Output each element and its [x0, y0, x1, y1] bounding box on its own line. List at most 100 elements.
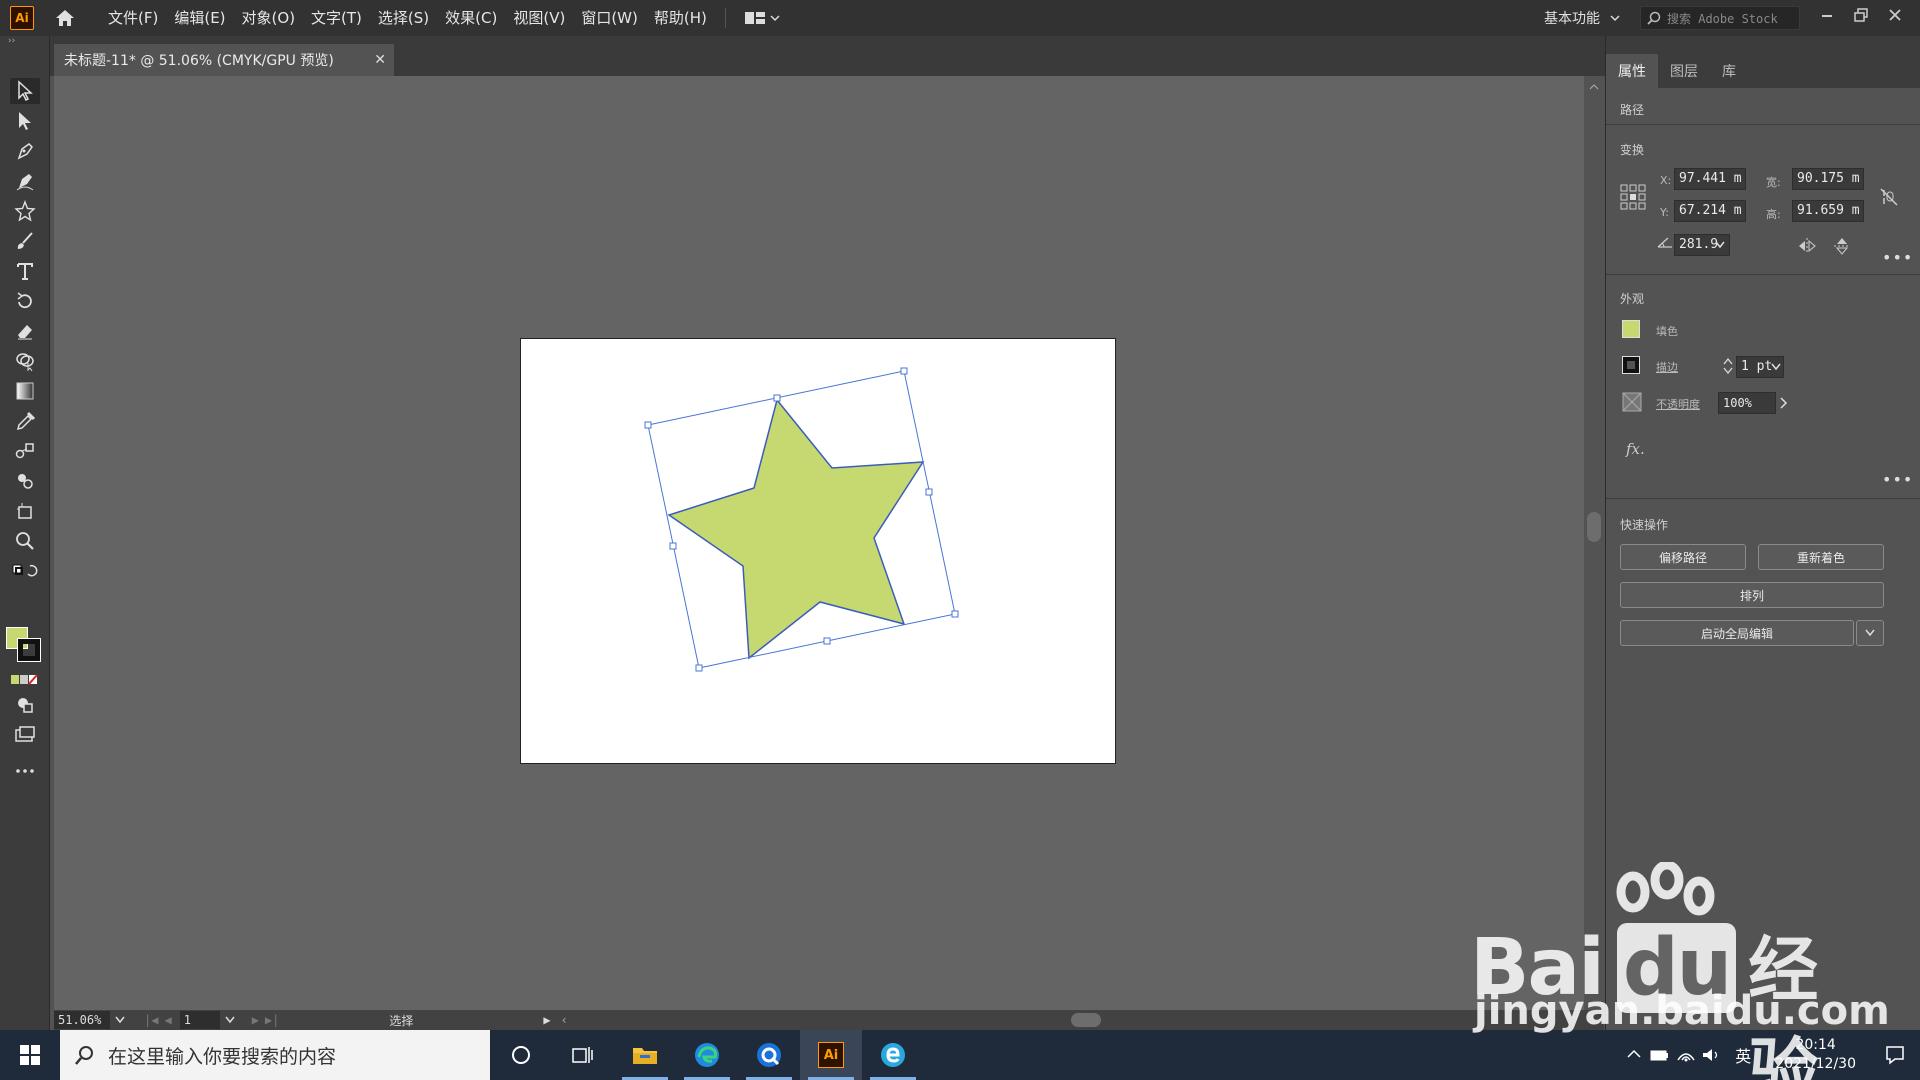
shape-builder-tool[interactable]	[10, 348, 40, 374]
workspace-switcher[interactable]: 基本功能	[1544, 0, 1620, 36]
scroll-up-icon[interactable]	[1584, 80, 1604, 94]
zoom-level-field[interactable]: 51.06%	[54, 1011, 110, 1029]
draw-mode-button[interactable]	[10, 692, 40, 718]
edit-toolbar-button[interactable]	[10, 758, 40, 784]
stroke-label[interactable]: 描边	[1656, 359, 1678, 375]
menu-edit[interactable]: 编辑(E)	[166, 0, 233, 36]
minimize-button[interactable]	[1812, 0, 1842, 30]
stepper-arrows-icon[interactable]	[1722, 356, 1734, 376]
panel-collapse-icon[interactable]: ››	[0, 36, 49, 52]
chevron-right-icon[interactable]	[1778, 396, 1790, 410]
curvature-tool[interactable]	[10, 168, 40, 194]
show-hidden-icons-icon[interactable]	[1621, 1045, 1647, 1065]
chevron-down-icon[interactable]	[1714, 240, 1726, 250]
pen-tool[interactable]	[10, 138, 40, 164]
eraser-tool[interactable]	[10, 318, 40, 344]
y-position-input[interactable]: 67.214 m	[1674, 200, 1746, 222]
selection-tool[interactable]	[10, 78, 40, 104]
first-artboard-icon[interactable]: |◀	[144, 1013, 158, 1027]
cortana-button[interactable]	[490, 1030, 552, 1080]
flip-horizontal-icon[interactable]	[1796, 236, 1818, 256]
opacity-input[interactable]: 100%	[1718, 392, 1776, 414]
last-artboard-icon[interactable]: ▶|	[265, 1013, 279, 1027]
menu-effect[interactable]: 效果(C)	[437, 0, 505, 36]
opacity-checker-icon[interactable]	[1622, 392, 1642, 412]
flip-vertical-icon[interactable]	[1832, 236, 1852, 256]
home-button[interactable]	[50, 3, 80, 33]
zoom-dropdown-icon[interactable]	[110, 1014, 130, 1026]
menu-select[interactable]: 选择(S)	[370, 0, 437, 36]
type-tool[interactable]	[10, 258, 40, 284]
vertical-scrollbar[interactable]	[1584, 76, 1604, 1010]
color-mode-buttons[interactable]	[10, 667, 40, 693]
start-button[interactable]	[0, 1030, 60, 1080]
star-shape[interactable]	[667, 398, 925, 660]
file-explorer-app[interactable]	[614, 1030, 676, 1080]
horizontal-scroll-thumb[interactable]	[1071, 1013, 1101, 1027]
recolor-button[interactable]: 重新着色	[1758, 544, 1884, 570]
stroke-color-swatch[interactable]	[17, 638, 41, 662]
start-global-edit-button[interactable]: 启动全局编辑	[1620, 620, 1854, 646]
global-edit-options-button[interactable]	[1856, 620, 1884, 646]
wifi-icon[interactable]	[1673, 1045, 1699, 1065]
scroll-left-icon[interactable]: ‹	[561, 1013, 568, 1027]
constrain-proportions-icon[interactable]	[1878, 186, 1900, 208]
input-method-indicator[interactable]: 英	[1725, 1043, 1761, 1067]
battery-icon[interactable]	[1647, 1045, 1673, 1065]
stroke-color-swatch[interactable]	[1622, 356, 1640, 374]
browser-app[interactable]	[738, 1030, 800, 1080]
width-input[interactable]: 90.175 m	[1792, 168, 1864, 190]
arrange-button[interactable]: 排列	[1620, 582, 1884, 608]
eyedropper-tool[interactable]	[10, 408, 40, 434]
reference-point-icon[interactable]	[1620, 184, 1646, 210]
rotate-tool[interactable]	[10, 288, 40, 314]
action-center-button[interactable]	[1870, 1044, 1920, 1066]
stock-search-input[interactable]: 搜索 Adobe Stock	[1640, 6, 1800, 30]
status-menu-arrow-icon[interactable]: ▶	[543, 1013, 550, 1027]
fill-color-swatch[interactable]	[1622, 320, 1640, 338]
document-tab[interactable]: 未标题-11* @ 51.06% (CMYK/GPU 预览) ✕	[54, 44, 394, 76]
tab-layers[interactable]: 图层	[1658, 54, 1710, 88]
canvas-area[interactable]	[54, 76, 1584, 1010]
menu-file[interactable]: 文件(F)	[100, 0, 166, 36]
menu-type[interactable]: 文字(T)	[303, 0, 370, 36]
offset-path-button[interactable]: 偏移路径	[1620, 544, 1746, 570]
blend-tool[interactable]	[10, 438, 40, 464]
prev-artboard-icon[interactable]: ◀	[164, 1013, 171, 1027]
artboard-number-field[interactable]: 1	[179, 1011, 220, 1029]
taskbar-clock[interactable]: 20:14 2021/12/30	[1761, 1036, 1870, 1074]
tab-libraries[interactable]: 库	[1710, 54, 1748, 88]
volume-icon[interactable]	[1699, 1045, 1725, 1065]
edge-browser-app[interactable]	[676, 1030, 738, 1080]
next-artboard-icon[interactable]: ▶	[252, 1013, 259, 1027]
gradient-tool[interactable]	[10, 378, 40, 404]
illustrator-app[interactable]: Ai	[800, 1030, 862, 1080]
ie-browser-app[interactable]	[862, 1030, 924, 1080]
fill-stroke-defaults[interactable]	[10, 558, 40, 584]
arrange-documents-button[interactable]	[736, 10, 788, 26]
menu-view[interactable]: 视图(V)	[505, 0, 573, 36]
close-tab-icon[interactable]: ✕	[374, 52, 386, 68]
close-window-button[interactable]	[1880, 0, 1910, 30]
artboard-tool[interactable]	[10, 498, 40, 524]
opacity-label[interactable]: 不透明度	[1656, 396, 1700, 412]
height-input[interactable]: 91.659 m	[1792, 200, 1864, 222]
symbol-sprayer-tool[interactable]	[10, 468, 40, 494]
screen-mode-button[interactable]	[10, 722, 40, 748]
taskbar-search-box[interactable]: 在这里输入你要搜索的内容	[60, 1030, 490, 1080]
star-tool[interactable]	[10, 198, 40, 224]
menu-help[interactable]: 帮助(H)	[646, 0, 715, 36]
zoom-tool[interactable]	[10, 528, 40, 554]
fx-effects-button[interactable]: fx.	[1626, 440, 1645, 458]
menu-object[interactable]: 对象(O)	[234, 0, 304, 36]
direct-selection-tool[interactable]	[10, 108, 40, 134]
tab-properties[interactable]: 属性	[1606, 54, 1658, 88]
x-position-input[interactable]: 97.441 m	[1674, 168, 1746, 190]
panel-collapse-strip[interactable]	[1606, 36, 1920, 50]
artboard-dropdown-icon[interactable]	[220, 1014, 240, 1026]
menu-window[interactable]: 窗口(W)	[573, 0, 646, 36]
vertical-scroll-thumb[interactable]	[1587, 512, 1601, 542]
appearance-more-options-icon[interactable]: •••	[1882, 470, 1913, 489]
transform-more-options-icon[interactable]: •••	[1882, 248, 1913, 267]
paintbrush-tool[interactable]	[10, 228, 40, 254]
